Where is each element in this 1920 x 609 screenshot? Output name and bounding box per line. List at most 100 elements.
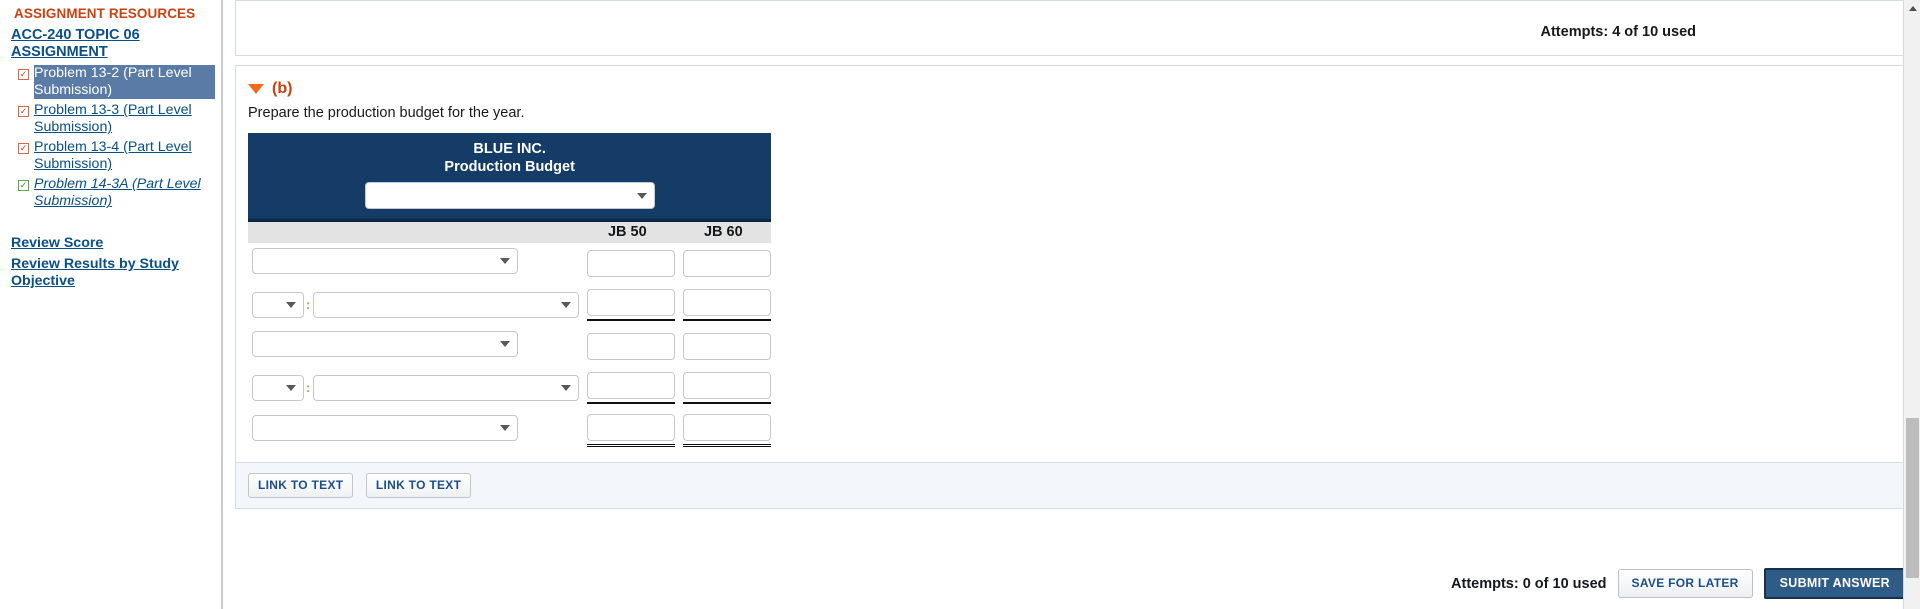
chevron-down-icon [561,301,572,308]
row-0-jb50-input-wrap [587,249,676,277]
review-links-group: Review Score Review Results by Study Obj… [0,235,221,289]
row-1-jb50-input-wrap [587,288,676,321]
chevron-down-icon [500,340,510,347]
link-to-text-bar: LINK TO TEXT LINK TO TEXT [236,461,1905,508]
budget-row-label-cell [248,243,579,284]
row-4-jb50-input[interactable] [587,413,676,441]
save-for-later-button[interactable]: SAVE FOR LATER [1617,569,1753,598]
row-2-jb60-input-cell [675,326,772,367]
row-1-jb50-input[interactable] [587,288,676,316]
row-3-prefix-select[interactable] [252,374,304,401]
budget-row-label-cell: : [248,367,580,409]
scroll-up-arrow-icon[interactable] [1904,0,1920,17]
production-budget-table: BLUE INC. Production Budget JB 50 JB 60 … [248,133,772,452]
row-3-jb50-input-cell [579,367,676,409]
row-3-jb50-input[interactable] [587,371,676,399]
assignment-resources-title: ASSIGNMENT RESOURCES [14,6,196,21]
sidebar-assignment-link[interactable]: ACC-240 TOPIC 06 ASSIGNMENT [0,27,221,61]
chevron-down-icon [500,424,510,431]
row-0-jb50-input-cell [579,243,676,284]
row-1-prefix-select[interactable] [252,291,304,318]
footer-actions: Attempts: 0 of 10 used SAVE FOR LATER SU… [235,568,1906,599]
row-3-jb60-input[interactable] [683,371,772,399]
row-3-jb60-input-cell [675,367,772,409]
row-4-jb60-input[interactable] [683,413,772,441]
chevron-down-icon [561,384,572,391]
row-1-separator: : [306,297,311,313]
problem-list: ✓ Problem 13-2 (Part Level Submission) ✓ Pr… [0,65,221,213]
chevron-down-icon [286,384,296,391]
budget-row [248,243,772,284]
row-0-label-select[interactable] [252,247,518,274]
sidebar-problem-item[interactable]: ✓ Problem 13-2 (Part Level Submission) [0,65,221,102]
sidebar-problem-item[interactable]: ✓ Problem 13-3 (Part Level Submission) [0,102,221,139]
budget-row-pair: : [252,291,580,318]
part-instruction: Prepare the production budget for the ye… [248,105,525,121]
column-header-jb50: JB 50 [579,220,676,243]
sidebar-problem-label: Problem 13-3 (Part Level Submission) [34,102,192,136]
link-to-text-button-1[interactable]: LINK TO TEXT [248,472,354,498]
column-header-blank [248,220,580,243]
row-4-label-select[interactable] [252,414,518,441]
link-to-text-button-2[interactable]: LINK TO TEXT [365,472,472,498]
budget-row: : [248,284,772,326]
sidebar-problem-label: Problem 13-2 (Part Level Submission) [34,65,215,100]
checkbox-partial-icon: ✓ [18,143,29,155]
budget-row: : [248,367,772,409]
sidebar-problem-item[interactable]: ✓ Problem 14-3A (Part Level Submission) [0,176,221,213]
row-3-label-select[interactable] [313,374,580,401]
page-root: ASSIGNMENT RESOURCES ACC-240 TOPIC 06 AS… [0,0,1920,609]
period-select[interactable] [364,182,655,210]
budget-table-wrap: BLUE INC. Production Budget JB 50 JB 60 … [236,121,1905,452]
sidebar-problem-item[interactable]: ✓ Problem 13-4 (Part Level Submission) [0,139,221,176]
sidebar-item-review-results[interactable]: Review Results by Study Objective [11,256,211,289]
checkbox-partial-icon: ✓ [18,106,29,118]
company-name: BLUE INC. [473,141,546,157]
budget-row-label-cell [248,326,579,367]
sidebar: ASSIGNMENT RESOURCES ACC-240 TOPIC 06 AS… [0,0,223,609]
budget-row [248,326,772,367]
row-0-jb60-input-cell [675,243,772,284]
budget-title: Production Budget [444,159,575,176]
attempts-status-top: Attempts: 4 of 10 used [1540,24,1697,40]
row-2-label-select[interactable] [252,330,518,357]
page-scrollbar[interactable] [1903,0,1920,609]
row-4-jb50-input-cell [579,409,676,452]
sidebar-item-review-score[interactable]: Review Score [11,235,211,252]
row-0-jb50-input[interactable] [587,249,676,277]
row-0-jb60-input-wrap [683,249,772,277]
checkbox-complete-icon: ✓ [18,180,29,192]
row-2-jb60-input[interactable] [683,332,772,360]
row-0-jb60-input[interactable] [683,249,772,277]
row-2-jb50-input[interactable] [587,332,676,360]
column-header-jb60: JB 60 [675,220,772,243]
attempts-status-bottom: Attempts: 0 of 10 used [1451,575,1607,592]
checkbox-partial-icon: ✓ [18,69,29,81]
budget-row-label-cell [248,409,579,452]
sidebar-problem-label: Problem 13-4 (Part Level Submission) [34,139,192,173]
row-2-jb50-input-wrap [587,332,676,360]
main-content: Attempts: 4 of 10 used (b) Prepare the p… [223,0,1920,609]
row-2-jb60-input-wrap [683,332,772,360]
row-3-jb50-input-wrap [587,371,676,404]
main-inner: Attempts: 4 of 10 used (b) Prepare the p… [223,0,1920,509]
row-3-jb60-input-wrap [683,371,772,404]
row-1-label-select[interactable] [313,291,580,318]
submit-answer-button[interactable]: SUBMIT ANSWER [1763,568,1906,599]
row-1-jb50-input-cell [579,284,676,326]
chevron-down-icon [636,192,647,199]
row-3-separator: : [306,380,311,396]
part-b-header: (b) [236,76,1905,98]
budget-row-pair: : [252,374,580,401]
column-header-row: JB 50 JB 60 [248,220,772,243]
row-2-jb50-input-cell [579,326,676,367]
scrollbar-thumb[interactable] [1906,418,1919,578]
part-b-panel: (b) Prepare the production budget for th… [235,65,1906,509]
collapse-triangle-icon[interactable] [248,84,264,94]
period-select-wrap [248,176,771,211]
row-4-jb60-input-wrap [683,413,772,447]
row-1-jb60-input[interactable] [683,288,772,316]
row-4-jb60-input-cell [675,409,772,452]
row-4-jb50-input-wrap [587,413,676,447]
budget-table-body: :: [248,243,772,452]
